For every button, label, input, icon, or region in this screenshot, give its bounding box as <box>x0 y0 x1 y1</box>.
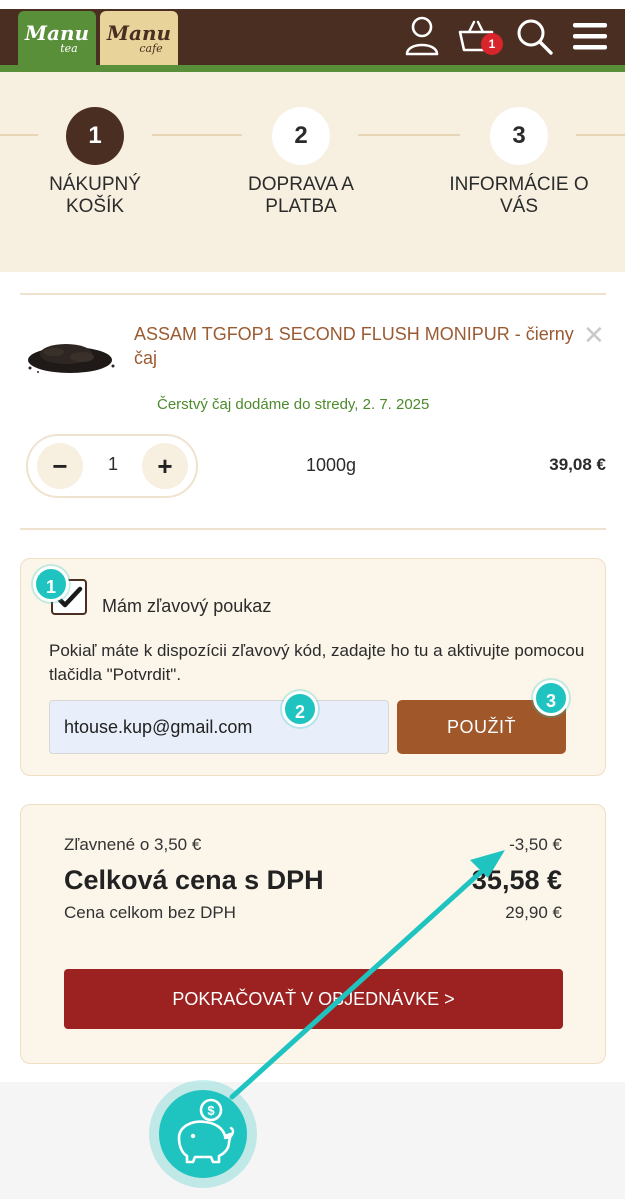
svg-text:$: $ <box>207 1103 215 1118</box>
net-total-label: Cena celkom bez DPH <box>64 903 236 922</box>
product-title-link[interactable]: ASSAM TGFOP1 SECOND FLUSH MONIPUR - čier… <box>134 322 574 370</box>
checkout-steps: 1 NÁKUPNÝ KOŠÍK 2 DOPRAVA A PLATBA 3 INF… <box>0 72 625 272</box>
tutorial-marker-2: 2 <box>282 691 318 727</box>
search-icon[interactable] <box>514 14 554 58</box>
discount-label: Zľavnené o 3,50 € <box>64 835 202 854</box>
piggy-bank-badge: $ <box>159 1090 247 1178</box>
total-value: 35,58 € <box>471 865 562 895</box>
cart-content: ASSAM TGFOP1 SECOND FLUSH MONIPUR - čier… <box>0 272 625 1082</box>
net-total-row: Cena celkom bez DPH 29,90 € <box>64 903 562 923</box>
divider <box>20 528 606 530</box>
piggy-bank-icon: $ <box>177 1098 235 1164</box>
voucher-description: Pokiaľ máte k dispozícii zľavový kód, za… <box>49 641 585 684</box>
page-footer-area <box>0 1082 625 1199</box>
step-2-label: DOPRAVA A PLATBA <box>248 174 354 217</box>
order-summary: Zľavnené o 3,50 € -3,50 € Celková cena s… <box>20 804 606 1064</box>
quantity-stepper: − 1 + <box>26 434 198 498</box>
header-stripe <box>0 65 625 72</box>
step-2-circle[interactable]: 2 <box>272 107 330 165</box>
divider <box>20 293 606 295</box>
voucher-code-input[interactable] <box>49 700 389 754</box>
discount-row: Zľavnené o 3,50 € -3,50 € <box>64 835 562 855</box>
step-connector <box>0 134 38 136</box>
step-connector <box>152 134 242 136</box>
voucher-box: Mám zľavový poukaz Pokiaľ máte k dispozí… <box>20 558 606 776</box>
step-3-circle[interactable]: 3 <box>490 107 548 165</box>
manu-cafe-logo[interactable]: Manu cafe <box>100 11 178 65</box>
cart-count-badge: 1 <box>481 33 503 55</box>
manu-tea-logo[interactable]: Manu tea <box>18 11 96 65</box>
total-label: Celková cena s DPH <box>64 865 324 895</box>
tea-leaves-image <box>28 344 115 373</box>
net-total-value: 29,90 € <box>505 903 562 922</box>
voucher-checkbox-label[interactable]: Mám zľavový poukaz <box>102 596 271 617</box>
discount-value: -3,50 € <box>509 835 562 854</box>
increase-quantity-button[interactable]: + <box>142 443 188 489</box>
quantity-value[interactable]: 1 <box>98 454 128 475</box>
product-weight: 1000g <box>306 455 357 475</box>
menu-icon[interactable] <box>570 14 610 58</box>
user-icon[interactable] <box>402 14 442 58</box>
step-1-circle[interactable]: 1 <box>66 107 124 165</box>
step-3-label: INFORMÁCIE O VÁS <box>449 174 589 217</box>
delivery-info: Čerstvý čaj dodáme do stredy, 2. 7. 2025 <box>157 396 430 413</box>
product-price: 39,08 € <box>549 455 606 474</box>
step-1-label: NÁKUPNÝ KOŠÍK <box>49 174 141 217</box>
step-connector <box>576 134 625 136</box>
total-row: Celková cena s DPH 35,58 € <box>64 865 562 896</box>
logo-tea-main: Manu <box>24 21 90 45</box>
step-connector <box>358 134 460 136</box>
tutorial-marker-1: 1 <box>33 566 69 602</box>
tutorial-marker-3: 3 <box>533 680 569 716</box>
continue-order-button[interactable]: POKRAČOVAŤ V OBJEDNÁVKE > <box>64 969 563 1029</box>
remove-item-button[interactable]: ✕ <box>583 322 605 348</box>
decrease-quantity-button[interactable]: − <box>37 443 83 489</box>
logo-cafe-main: Manu <box>106 21 172 45</box>
